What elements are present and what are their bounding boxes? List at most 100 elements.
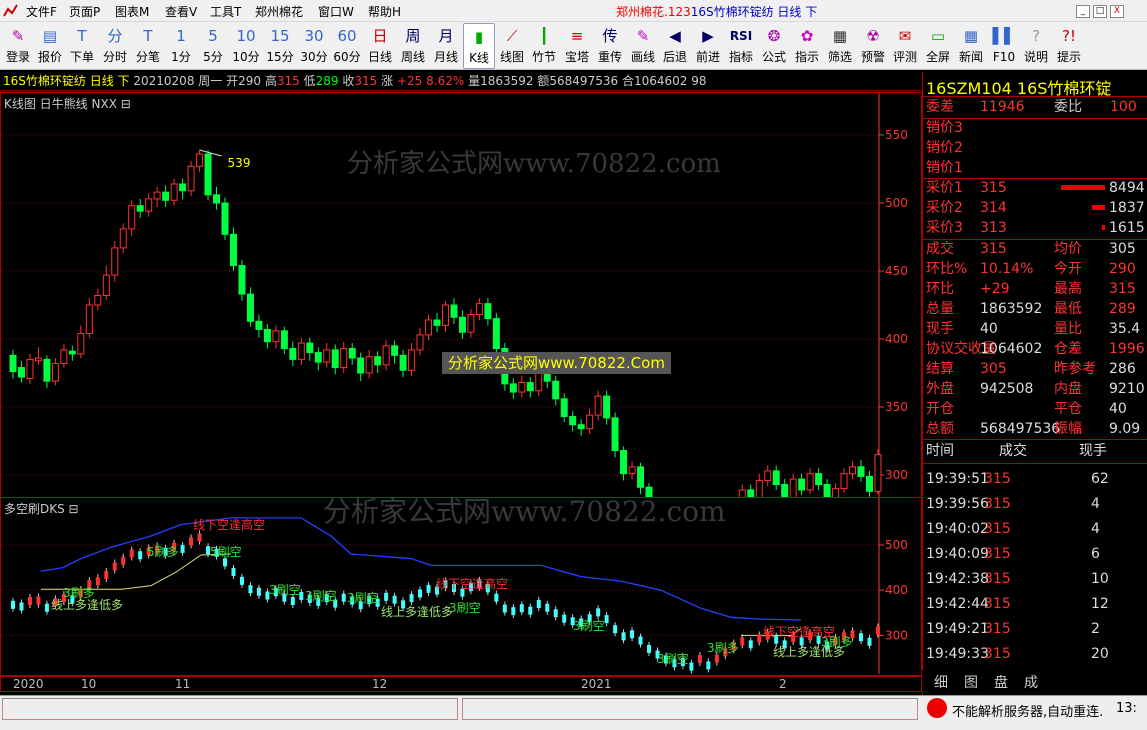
tick-row-qty: 4 (1091, 521, 1100, 537)
toolbar-button-20[interactable]: ✎ 画线 (627, 23, 659, 69)
maximize-button[interactable]: □ (1093, 5, 1107, 18)
toolbar-button-12[interactable]: 日日线 (364, 23, 396, 69)
candle-body (323, 349, 331, 363)
toolbar-button-31[interactable]: ▌▌ F10 (988, 23, 1020, 69)
menu-view[interactable]: 查看V (165, 3, 197, 20)
tick-row-qty: 10 (1091, 571, 1109, 587)
toolbar-button-15[interactable]: ▮ K线 (463, 23, 495, 69)
toolbar-label: 10分 (232, 50, 260, 64)
toolbar-button-24[interactable]: ❂ 公式 (758, 23, 790, 69)
close-button[interactable]: X (1110, 5, 1124, 18)
candle-body (620, 450, 628, 475)
toolbar-icon: 30 (304, 27, 324, 45)
tick-row-qty: 6 (1091, 546, 1100, 562)
dks-bar (502, 604, 507, 613)
tick-row-qty: 4 (1091, 496, 1100, 512)
candle-body (832, 488, 840, 497)
toolbar-button-4[interactable]: 分分时 (98, 23, 132, 69)
menu-window[interactable]: 窗口W (318, 3, 354, 20)
tick-row-price: 315 (984, 521, 1011, 537)
toolbar-button-7[interactable]: 5 5分 (197, 23, 229, 69)
candle-body (755, 479, 763, 497)
dks-bar (867, 637, 872, 646)
sell-level-label: 销价2 (926, 140, 963, 156)
candle-body (9, 354, 17, 373)
toolbar-icon: ? (1032, 27, 1040, 45)
menu-help[interactable]: 帮助H (368, 3, 401, 20)
candle-body (229, 233, 237, 267)
minimize-button[interactable]: _ (1076, 5, 1090, 18)
y-tick-label: 450 (885, 264, 908, 278)
toolbar-label: 筛选 (827, 50, 852, 64)
toolbar-button-28[interactable]: ✉ 评测 (889, 23, 921, 69)
candle-body (51, 362, 59, 382)
close-value: 315 (354, 74, 378, 88)
y-tick-label: 300 (885, 628, 908, 642)
change-label: 涨 (381, 74, 394, 88)
toolbar-button-9[interactable]: 15 15分 (263, 23, 297, 69)
toolbar-button-32[interactable]: ? 说明 (1020, 23, 1052, 69)
menu-zhengzhou-cotton[interactable]: 郑州棉花 (255, 3, 303, 20)
low-label: 低 (303, 74, 316, 88)
buy-level-value: 313 (980, 220, 1007, 236)
menu-file[interactable]: 文件F (26, 3, 57, 20)
toolbar-button-17[interactable]: ┃ 竹节 (528, 23, 560, 69)
toolbar-button-22[interactable]: ▶ 前进 (692, 23, 724, 69)
signal-label: 5刷空 (210, 545, 242, 559)
tab-detail[interactable]: 细 (934, 672, 948, 692)
kline-chart-panel[interactable]: K线图 日牛熊线 NXX ⊟ 550500450400350300539224 … (0, 92, 922, 528)
candle-body (509, 383, 517, 393)
toolbar-button-21[interactable]: ◀ 后退 (659, 23, 691, 69)
tab-depth[interactable]: 盘 (994, 672, 1008, 692)
toolbar-label: 60分 (333, 50, 361, 64)
toolbar-button-30[interactable]: ▦ 新闻 (955, 23, 987, 69)
toolbar-button-2[interactable]: ▤ 报价 (34, 23, 66, 69)
candle-body (611, 417, 619, 452)
stat-row-label2: 量比 (1054, 321, 1082, 337)
toolbar-button-25[interactable]: ✿ 指示 (791, 23, 823, 69)
toolbar-button-5[interactable]: T 分笔 (132, 23, 164, 69)
candle-body (94, 294, 102, 306)
signal-label: 线上多逢低多 (51, 598, 123, 612)
menu-chart[interactable]: 图表M (115, 3, 149, 20)
menu-tools[interactable]: 工具T (210, 3, 241, 20)
toolbar-button-19[interactable]: 传重传 (594, 23, 626, 69)
toolbar-icon: ▌▌ (992, 27, 1016, 45)
stat-row-label: 总额 (926, 421, 954, 437)
toolbar-button-8[interactable]: 10 10分 (229, 23, 263, 69)
toolbar-button-10[interactable]: 30 30分 (297, 23, 331, 69)
toolbar-icon: 5 (208, 27, 218, 45)
toolbar-button-1[interactable]: ✎ 登录 (2, 23, 34, 69)
toolbar-button-18[interactable]: ≡ 宝塔 (560, 23, 594, 69)
signal-label: 线下空逢高空 (436, 576, 508, 591)
menu-page[interactable]: 页面P (69, 3, 100, 20)
candle-body (170, 183, 178, 201)
dks-bar (740, 637, 745, 646)
toolbar-label: 周线 (400, 50, 425, 64)
tick-row-time: 19:42:38 (926, 571, 989, 587)
buy-level-label: 采价1 (926, 180, 963, 196)
toolbar-button-29[interactable]: ▭ 全屏 (922, 23, 954, 69)
toolbar-button-27[interactable]: ☢ 预警 (857, 23, 889, 69)
bid-ask-diff-label: 委差 (926, 99, 954, 115)
toolbar-button-26[interactable]: ▦ 筛选 (824, 23, 856, 69)
stat-row-label: 成交 (926, 241, 954, 257)
watermark-banner: 分析家公式网www.70822.Com (442, 352, 671, 374)
toolbar-button-11[interactable]: 60 60分 (331, 23, 363, 69)
y-tick-label: 550 (885, 128, 908, 142)
toolbar-icon: ?! (1062, 27, 1076, 45)
dks-bar (511, 607, 516, 616)
tab-chart[interactable]: 图 (964, 672, 978, 692)
signal-label: 3刷空 (269, 583, 301, 597)
tab-trades[interactable]: 成 (1024, 672, 1038, 692)
toolbar-button-33[interactable]: ?! 提示 (1053, 23, 1085, 69)
toolbar-button-13[interactable]: 周周线 (397, 23, 429, 69)
toolbar-button-16[interactable]: ⟋ 线图 (495, 23, 529, 69)
signal-label: 3刷空 (573, 619, 605, 633)
toolbar-button-14[interactable]: 月月线 (430, 23, 462, 69)
dks-bar (706, 661, 711, 670)
toolbar-button-6[interactable]: 1 1分 (165, 23, 197, 69)
toolbar-button-23[interactable]: RSI 指标 (724, 23, 758, 69)
window-title: 郑州棉花.12316S竹棉环锭纺 日线 下 (616, 5, 818, 19)
toolbar-button-3[interactable]: T 下单 (66, 23, 98, 69)
